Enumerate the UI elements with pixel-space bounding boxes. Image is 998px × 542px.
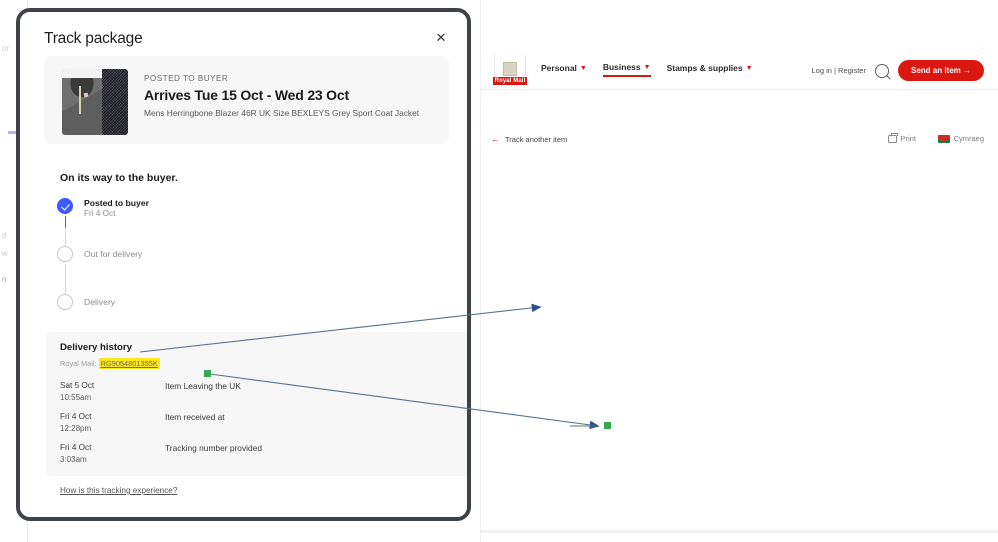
history-date: Fri 4 Oct 12:28pm [60,412,91,433]
history-event: Item received at [165,412,225,422]
empty-circle-icon [57,246,73,262]
printer-icon [887,132,898,143]
screen-root: or d w n Royal Mail Personal ▼ Business … [0,0,998,542]
register-link[interactable]: Register [838,66,866,75]
search-icon[interactable] [874,63,889,78]
annotation-marker-green-left [204,370,211,377]
step-out-for-delivery: Out for delivery [57,246,357,294]
history-time-text: 3:03am [60,455,87,464]
nav-item-business[interactable]: Business ▼ [602,62,651,77]
cymraeg-language-link[interactable]: Cymraeg [937,134,984,143]
modal-title: Track package [44,30,143,47]
history-date-text: Fri 4 Oct [60,412,92,421]
page-footer-band [481,530,998,533]
progress-heading: On its way to the buyer. [60,172,178,184]
chevron-down-icon: ▼ [745,64,753,72]
cymraeg-label: Cymraeg [953,134,984,143]
history-time-text: 10:55am [60,393,92,402]
royal-mail-logo[interactable]: Royal Mail [492,55,528,85]
chevron-down-icon: ▼ [579,64,587,72]
shipment-status-title: In Transit [962,218,998,236]
arrow-left-icon: ← [491,134,500,144]
track-another-item-link[interactable]: ← Track another item [491,134,568,145]
history-date: Sat 5 Oct 10:55am [60,381,94,402]
empty-circle-icon [57,294,73,310]
progress-stepper: Posted to buyer Fri 4 Oct Out for delive… [57,198,357,342]
track-package-modal: Track package ✕ POSTED TO BUYER Arrives … [16,8,471,521]
login-link[interactable]: Log in [811,66,831,75]
step-posted-to-buyer: Posted to buyer Fri 4 Oct [57,198,357,246]
nav-item-stamps-label: Stamps & supplies [666,63,743,73]
step-connector [64,216,67,246]
check-circle-icon [57,198,73,214]
suit-photo [62,69,102,135]
annotation-marker-green-right [604,422,611,429]
step-label: Out for delivery [84,249,143,259]
auth-links: Log in | Register [811,66,866,75]
posted-status-label: POSTED TO BUYER [144,74,229,83]
fabric-swatch-photo [101,69,128,135]
nav-item-stamps-supplies[interactable]: Stamps & supplies ▼ [667,63,753,76]
royal-mail-logo-text: Royal Mail [492,77,528,85]
step-date: Fri 4 Oct [84,209,116,218]
welsh-flag-icon [937,134,950,143]
close-icon[interactable]: ✕ [433,30,449,46]
ghost-text-3: w [2,249,8,258]
chevron-down-icon: ▼ [643,63,651,71]
crown-crest-icon [503,62,517,76]
royal-mail-main-nav: Personal ▼ Business ▼ Stamps & supplies … [541,62,753,77]
delivery-history-card: Delivery history Royal Mail: RG905480135… [46,332,467,476]
track-another-item-label: Track another item [505,135,568,144]
nav-item-personal[interactable]: Personal ▼ [541,63,587,76]
modal-body: Track package ✕ POSTED TO BUYER Arrives … [20,12,467,517]
nav-item-business-label: Business [602,62,641,72]
history-event: Item Leaving the UK [165,381,241,391]
carrier-label: Royal Mail: [60,359,97,368]
product-thumbnail [62,69,128,135]
ghost-text-1: or [2,44,10,53]
delivery-history-title: Delivery history [60,342,132,353]
history-date-text: Fri 4 Oct [60,443,92,452]
ghost-text-2: d [2,231,7,240]
print-label: Print [900,134,916,143]
item-summary-card: POSTED TO BUYER Arrives Tue 15 Oct - Wed… [44,56,449,144]
header-utility-area: Log in | Register Send an item → [811,60,984,81]
arrival-estimate: Arrives Tue 15 Oct - Wed 23 Oct [144,87,349,103]
ghost-text-4: n [2,275,7,284]
print-button[interactable]: Print [887,132,916,143]
send-an-item-button[interactable]: Send an item → [897,60,984,81]
step-label: Posted to buyer [84,198,149,208]
history-date-text: Sat 5 Oct [60,381,95,390]
carrier-tracking-line: Royal Mail: RG9054801355K [60,358,160,369]
carrier-tracking-number[interactable]: RG9054801355K [98,358,160,369]
item-description: Mens Herringbone Blazer 46R UK Size BEXL… [144,108,420,118]
step-label: Delivery [84,297,116,307]
step-connector [64,264,67,294]
royal-mail-page: Royal Mail Personal ▼ Business ▼ Stamps … [481,0,998,542]
history-event: Tracking number provided [165,443,262,453]
history-time-text: 12:28pm [60,424,92,433]
tracking-feedback-link[interactable]: How is this tracking experience? [60,486,177,495]
history-date: Fri 4 Oct 3:03am [60,443,91,464]
nav-item-personal-label: Personal [541,63,577,73]
